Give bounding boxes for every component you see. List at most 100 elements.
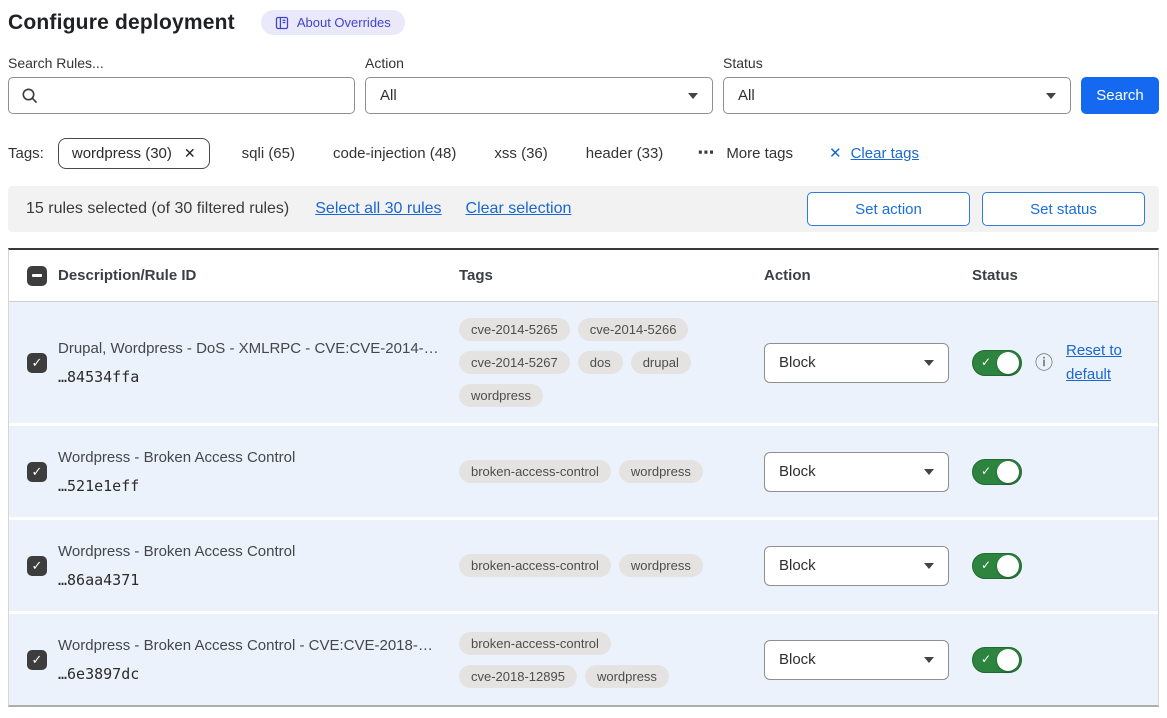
toggle-check-icon: ✓ <box>981 355 991 369</box>
rule-description-cell: Wordpress - Broken Access Control …86aa4… <box>58 542 459 589</box>
status-toggle[interactable]: ✓ <box>972 553 1022 579</box>
rule-id: …6e3897dc <box>58 665 459 683</box>
row-action-select[interactable]: Block <box>764 343 949 383</box>
rule-tags-cell: broken-access-control wordpress <box>459 460 756 483</box>
row-action-select[interactable]: Block <box>764 640 949 680</box>
rule-description-cell: Wordpress - Broken Access Control - CVE:… <box>58 636 459 683</box>
status-toggle[interactable]: ✓ <box>972 459 1022 485</box>
table-row: ✓ Wordpress - Broken Access Control - CV… <box>9 611 1158 705</box>
set-action-button[interactable]: Set action <box>807 192 970 226</box>
select-all-link[interactable]: Select all 30 rules <box>315 200 441 218</box>
tag-chip: wordpress <box>619 460 703 483</box>
clear-selection-link[interactable]: Clear selection <box>466 200 572 218</box>
page-title: Configure deployment <box>8 11 235 35</box>
more-tags-button[interactable]: ⋯ More tags <box>697 143 793 163</box>
rule-description: Drupal, Wordpress - DoS - XMLRPC - CVE:C… <box>58 339 459 359</box>
tag-chip: wordpress <box>585 665 669 688</box>
filters-bar: Search Rules... Action All Status All <box>8 55 1159 114</box>
tag-chip: cve-2014-5266 <box>578 318 689 341</box>
toggle-check-icon: ✓ <box>981 558 991 572</box>
rule-action-cell: Block <box>756 452 964 492</box>
tag-chip: drupal <box>631 351 691 374</box>
tag-chip: cve-2014-5267 <box>459 351 570 374</box>
row-action-value: Block <box>779 557 816 574</box>
tag-chip: cve-2014-5265 <box>459 318 570 341</box>
search-filter: Search Rules... <box>8 55 355 114</box>
chevron-down-icon <box>924 563 934 569</box>
indeterminate-icon <box>32 274 42 277</box>
rule-id: …84534ffa <box>58 368 459 386</box>
tag-chip: broken-access-control <box>459 554 611 577</box>
tags-label: Tags: <box>8 145 44 162</box>
rule-action-cell: Block <box>756 640 964 680</box>
status-select[interactable]: All <box>723 77 1071 114</box>
table-row: ✓ Drupal, Wordpress - DoS - XMLRPC - CVE… <box>9 302 1158 423</box>
select-all-checkbox[interactable] <box>27 266 47 286</box>
clear-tags-button[interactable]: ✕ Clear tags <box>829 144 919 162</box>
rule-description: Wordpress - Broken Access Control - CVE:… <box>58 636 459 656</box>
rule-description: Wordpress - Broken Access Control <box>58 448 459 468</box>
action-select-value: All <box>380 87 397 104</box>
more-tags-label: More tags <box>726 145 793 162</box>
tag-chip: broken-access-control <box>459 632 611 655</box>
table-row: ✓ Wordpress - Broken Access Control …521… <box>9 423 1158 517</box>
check-icon: ✓ <box>32 464 43 480</box>
selected-tag-wordpress[interactable]: wordpress (30) ✕ <box>58 138 210 169</box>
row-checkbox[interactable]: ✓ <box>27 556 47 576</box>
page-header: Configure deployment About Overrides <box>8 10 1159 35</box>
row-checkbox[interactable]: ✓ <box>27 462 47 482</box>
column-header-status: Status <box>964 267 1158 284</box>
toggle-knob <box>997 461 1019 483</box>
toggle-knob <box>997 555 1019 577</box>
action-select[interactable]: All <box>365 77 713 114</box>
search-icon <box>21 87 39 105</box>
table-row: ✓ Wordpress - Broken Access Control …86a… <box>9 517 1158 611</box>
tag-option[interactable]: xss (36) <box>494 145 547 162</box>
chevron-down-icon <box>1046 93 1056 99</box>
rule-status-cell: ✓ <box>964 553 1158 579</box>
check-icon: ✓ <box>32 558 43 574</box>
selection-summary: 15 rules selected (of 30 filtered rules) <box>26 200 289 218</box>
tag-chip: broken-access-control <box>459 460 611 483</box>
tag-option[interactable]: sqli (65) <box>242 145 295 162</box>
search-rules-label: Search Rules... <box>8 55 355 71</box>
ellipsis-icon: ⋯ <box>697 143 715 163</box>
clear-tags-label: Clear tags <box>851 145 919 162</box>
status-label: Status <box>723 55 1071 71</box>
selection-bar: 15 rules selected (of 30 filtered rules)… <box>8 186 1159 232</box>
set-status-button[interactable]: Set status <box>982 192 1145 226</box>
row-checkbox[interactable]: ✓ <box>27 353 47 373</box>
action-label: Action <box>365 55 713 71</box>
reset-to-default-link[interactable]: Reset to default <box>1066 339 1126 387</box>
chevron-down-icon <box>688 93 698 99</box>
tag-option[interactable]: header (33) <box>586 145 664 162</box>
action-filter: Action All <box>365 55 713 114</box>
tag-chip: wordpress <box>619 554 703 577</box>
rule-description-cell: Drupal, Wordpress - DoS - XMLRPC - CVE:C… <box>58 339 459 386</box>
remove-tag-icon[interactable]: ✕ <box>184 145 196 162</box>
tag-option[interactable]: code-injection (48) <box>333 145 456 162</box>
search-rules-input[interactable] <box>9 78 354 113</box>
rule-tags-cell: broken-access-control wordpress <box>459 554 756 577</box>
rule-action-cell: Block <box>756 546 964 586</box>
rule-status-cell: ✓ ⓘ Reset to default <box>964 339 1158 387</box>
search-button[interactable]: Search <box>1081 77 1159 114</box>
info-icon[interactable]: ⓘ <box>1035 354 1053 372</box>
tag-options: sqli (65) code-injection (48) xss (36) head… <box>242 145 664 162</box>
status-toggle[interactable]: ✓ <box>972 350 1022 376</box>
chevron-down-icon <box>924 360 934 366</box>
rule-status-cell: ✓ <box>964 459 1158 485</box>
toggle-check-icon: ✓ <box>981 652 991 666</box>
toggle-check-icon: ✓ <box>981 464 991 478</box>
about-overrides-badge[interactable]: About Overrides <box>261 10 405 35</box>
row-checkbox[interactable]: ✓ <box>27 650 47 670</box>
clear-icon: ✕ <box>829 144 842 162</box>
tag-chip: wordpress <box>459 384 543 407</box>
rule-tags-cell: cve-2014-5265 cve-2014-5266 cve-2014-5267 d… <box>459 318 756 407</box>
rule-status-cell: ✓ <box>964 647 1158 673</box>
rule-action-cell: Block <box>756 343 964 383</box>
row-action-select[interactable]: Block <box>764 452 949 492</box>
check-icon: ✓ <box>32 355 43 371</box>
row-action-select[interactable]: Block <box>764 546 949 586</box>
status-toggle[interactable]: ✓ <box>972 647 1022 673</box>
